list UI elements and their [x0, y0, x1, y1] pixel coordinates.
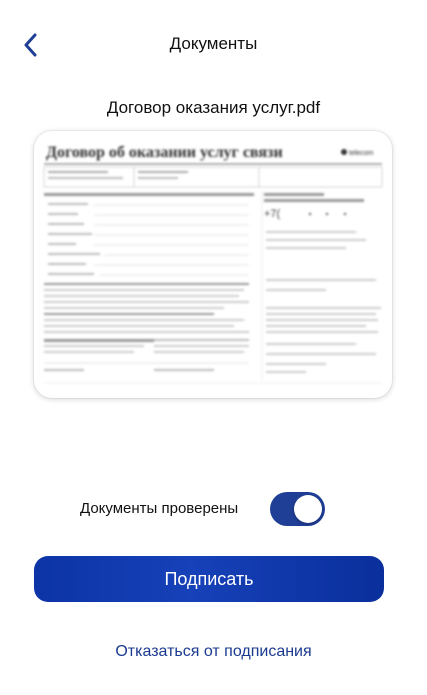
documents-verified-label: Документы проверены [80, 500, 239, 517]
sign-button[interactable]: Подписать [34, 556, 384, 602]
documents-verified-toggle[interactable] [270, 492, 325, 526]
document-thumbnail: Договор об оказании услуг связи telecom … [43, 144, 383, 384]
document-preview-card[interactable]: Договор об оказании услуг связи telecom … [34, 131, 392, 398]
documents-verified-row: Документы проверены [0, 490, 427, 530]
decline-signing-link[interactable]: Отказаться от подписания [0, 643, 427, 661]
preview-brand: telecom [349, 150, 374, 157]
header: Документы [0, 0, 427, 90]
preview-heading: Договор об оказании услуг связи [46, 144, 283, 161]
document-file-name: Договор оказания услуг.pdf [106, 98, 321, 117]
preview-phone-prefix: +7( [264, 208, 281, 220]
toggle-knob [294, 495, 322, 523]
page-title: Документы [169, 34, 258, 53]
